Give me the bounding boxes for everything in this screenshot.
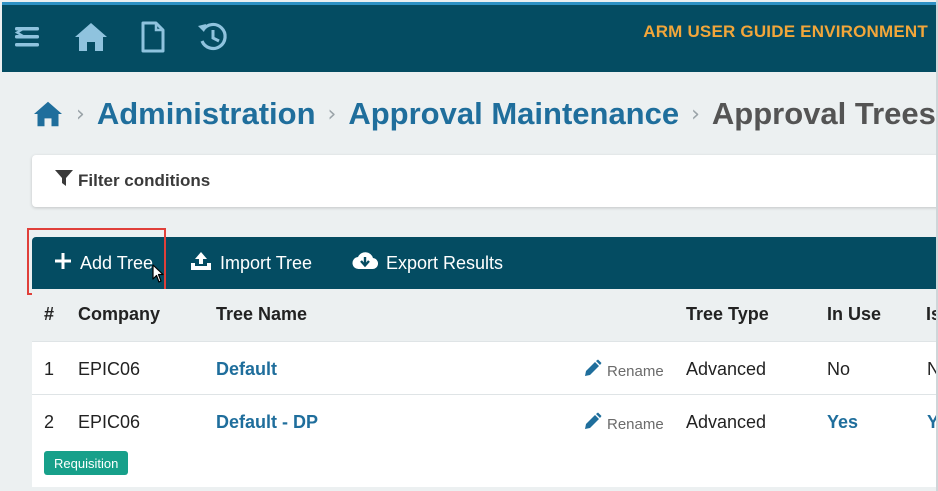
filter-conditions-label: Filter conditions [78, 170, 211, 190]
filter-icon [54, 169, 74, 192]
history-icon[interactable] [194, 18, 232, 56]
column-header-company[interactable]: Company [78, 304, 160, 325]
breadcrumb-administration[interactable]: Administration [97, 96, 316, 132]
top-bar: ARM USER GUIDE ENVIRONMENT [2, 2, 938, 72]
column-header-number[interactable]: # [44, 304, 54, 325]
rename-label: Rename [607, 415, 664, 433]
requisition-badge: Requisition [44, 451, 129, 475]
filter-panel[interactable]: Filter conditions [32, 155, 938, 207]
table-row[interactable]: 1 EPIC06 Default Rename Advanced No N [32, 341, 938, 394]
row-in-use: No [827, 359, 851, 379]
row-tree-type: Advanced [686, 412, 767, 432]
import-tree-label: Import Tree [220, 252, 313, 273]
tree-name-link[interactable]: Default - DP [216, 412, 318, 433]
row-number: 2 [44, 412, 55, 432]
column-header-tree-name[interactable]: Tree Name [216, 304, 307, 325]
row-number: 1 [44, 359, 55, 379]
approval-trees-table: # Company Tree Name Tree Type In Use Is … [32, 289, 938, 487]
table-header: # Company Tree Name Tree Type In Use Is [32, 289, 938, 341]
column-header-tree-type[interactable]: Tree Type [686, 304, 769, 325]
add-tree-label: Add Tree [80, 252, 154, 273]
top-accent-line [2, 2, 938, 5]
mouse-cursor-icon [152, 264, 164, 289]
pencil-icon [582, 359, 602, 383]
menu-icon[interactable] [8, 18, 46, 56]
document-icon[interactable] [134, 18, 172, 56]
row-company: EPIC06 [78, 412, 141, 432]
rename-button[interactable]: Rename [582, 359, 664, 383]
column-header-in-use[interactable]: In Use [827, 304, 881, 325]
breadcrumb-approval-maintenance[interactable]: Approval Maintenance [348, 96, 679, 132]
tree-name-link[interactable]: Default [216, 359, 277, 380]
pencil-icon [582, 412, 602, 436]
import-tree-button[interactable]: Import Tree [190, 237, 312, 289]
row-in-use: Yes [827, 412, 859, 432]
breadcrumb-separator-icon: › [327, 101, 337, 127]
export-results-label: Export Results [386, 252, 504, 273]
breadcrumb-separator-icon: › [691, 101, 700, 127]
environment-label: ARM USER GUIDE ENVIRONMENT [643, 22, 928, 41]
row-tree-type: Advanced [686, 359, 767, 379]
row-company: EPIC06 [78, 359, 141, 379]
add-tree-button[interactable]: Add Tree [54, 237, 153, 289]
cloud-download-icon [352, 251, 379, 276]
export-results-button[interactable]: Export Results [352, 237, 503, 289]
breadcrumb-home-icon[interactable] [32, 98, 64, 130]
table-row[interactable]: 2 EPIC06 Default - DP Rename Advanced Ye… [32, 394, 938, 487]
page-title: Approval Trees [711, 96, 936, 131]
app-frame: ARM USER GUIDE ENVIRONMENT › Administrat… [0, 0, 938, 491]
upload-icon [190, 251, 212, 276]
breadcrumb-separator-icon: › [76, 101, 85, 127]
home-icon[interactable] [72, 18, 110, 56]
rename-label: Rename [607, 362, 664, 380]
plus-icon [54, 252, 72, 275]
rename-button[interactable]: Rename [582, 412, 664, 436]
toolbar: Add Tree Import Tree Export Results [32, 237, 938, 289]
breadcrumb: › Administration › Approval Maintenance … [32, 94, 936, 134]
